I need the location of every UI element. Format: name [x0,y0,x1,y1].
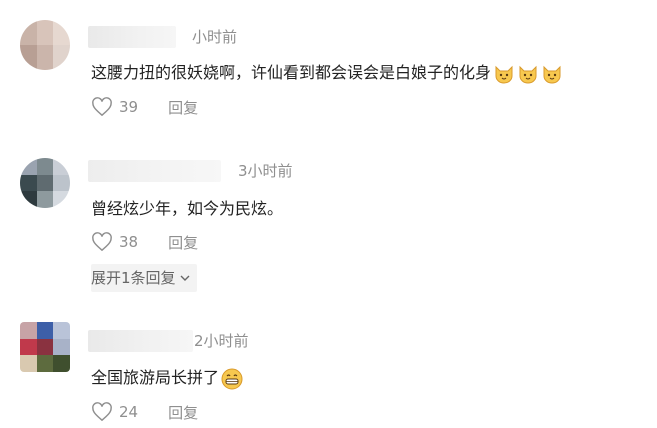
comment-actions: 24 回复 [91,400,198,424]
expand-replies-button[interactable]: 展开1条回复 [91,264,197,292]
comment-time: 2小时前 [194,332,249,350]
comment-text: 这腰力扭的很妖娆啊，许仙看到都会误会是白娘子的化身 [91,61,563,85]
grinning-face-emoji-icon [221,368,243,389]
reply-button[interactable]: 回复 [168,232,198,253]
comment-actions: 39 回复 [91,95,198,119]
expand-replies-label: 展开1条回复 [91,269,176,287]
cat-face-emoji-icon [519,65,537,83]
comment-time: 3小时前 [238,162,293,180]
cat-face-emoji-icon [495,65,513,83]
like-count: 39 [119,98,139,116]
comment-text: 曾经炫少年，如今为民炫。 [91,199,284,218]
reply-button[interactable]: 回复 [168,402,198,423]
like-button[interactable]: 39 [91,97,138,117]
avatar[interactable] [20,158,70,208]
comment-body: 全国旅游局长拼了 [91,368,220,387]
heart-icon [92,402,112,422]
like-button[interactable]: 24 [91,402,138,422]
chevron-down-icon [180,275,190,281]
heart-icon [92,232,112,252]
heart-icon [92,97,112,117]
like-button[interactable]: 38 [91,232,138,252]
avatar[interactable] [20,20,70,70]
comment-text: 全国旅游局长拼了 [91,366,243,390]
comment-time: 小时前 [192,28,238,46]
like-count: 24 [119,403,139,421]
reply-button[interactable]: 回复 [168,97,198,118]
avatar[interactable] [20,322,70,372]
like-count: 38 [119,233,139,251]
comment-actions: 38 回复 [91,230,198,254]
comment-body: 这腰力扭的很妖娆啊，许仙看到都会误会是白娘子的化身 [91,63,492,82]
cat-face-emoji-icon [543,65,561,83]
